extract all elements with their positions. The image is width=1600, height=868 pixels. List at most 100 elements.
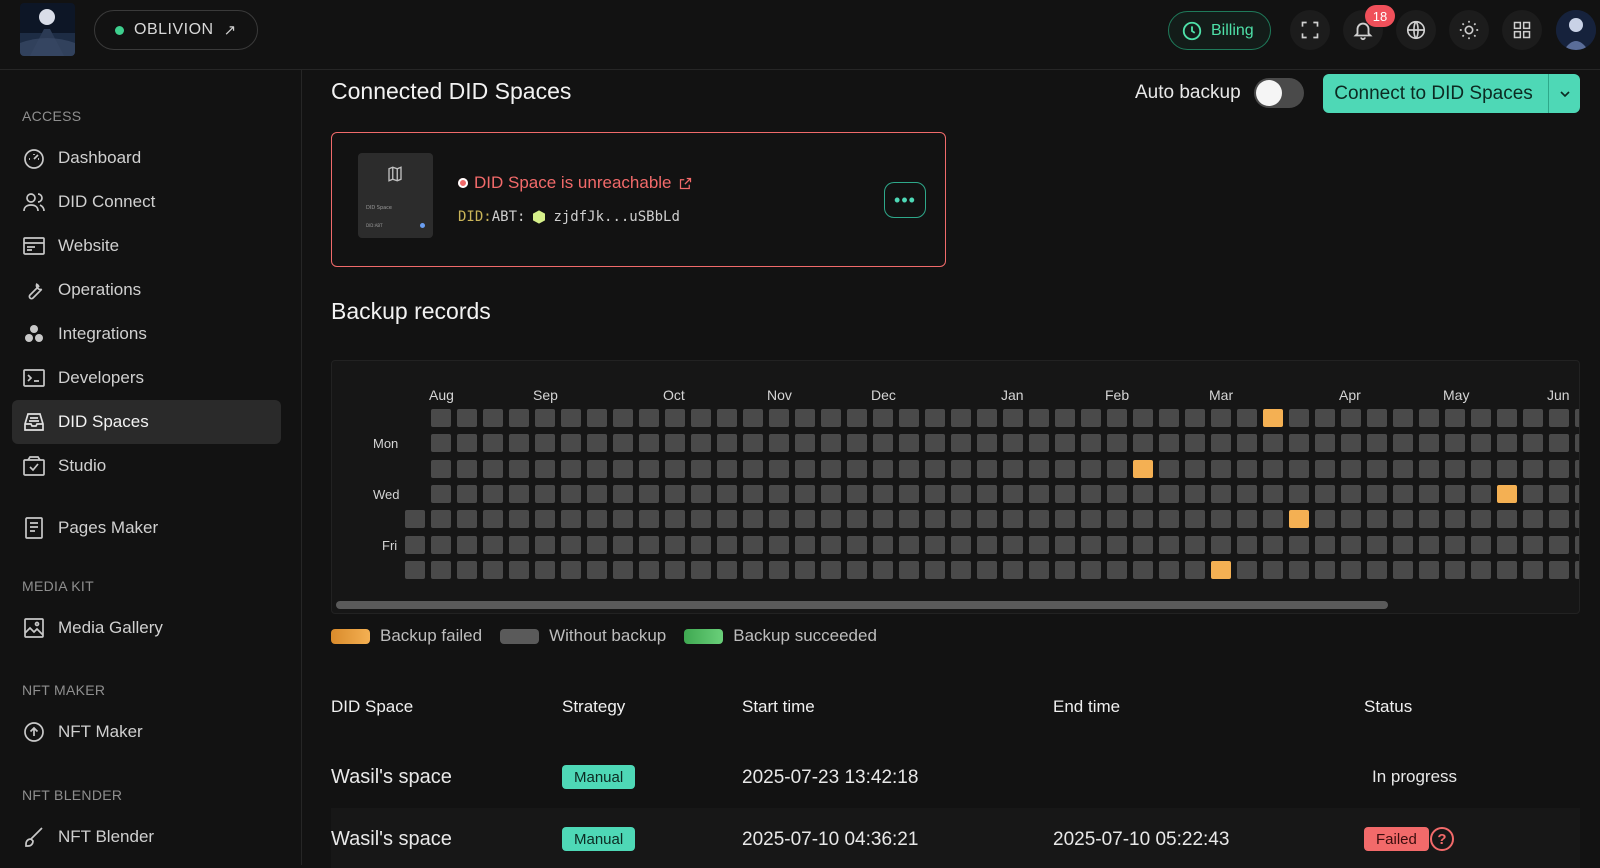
- heatmap-cell[interactable]: [587, 510, 607, 529]
- heatmap-cell[interactable]: [1419, 409, 1439, 427]
- heatmap-cell[interactable]: [795, 459, 815, 478]
- heatmap-cell[interactable]: [1055, 434, 1075, 453]
- heatmap-cell[interactable]: [483, 484, 503, 503]
- heatmap-cell[interactable]: [613, 510, 633, 529]
- heatmap-cell[interactable]: [691, 510, 711, 529]
- heatmap-cell[interactable]: [483, 535, 503, 554]
- heatmap-cell[interactable]: [1341, 409, 1361, 427]
- heatmap-cell[interactable]: [1341, 535, 1361, 554]
- heatmap-cell[interactable]: [1523, 409, 1543, 427]
- heatmap-cell[interactable]: [1419, 434, 1439, 453]
- heatmap-cell[interactable]: [1237, 434, 1257, 453]
- heatmap-cell[interactable]: [1367, 459, 1387, 478]
- heatmap-cell[interactable]: [899, 560, 919, 579]
- heatmap-cell[interactable]: [665, 434, 685, 453]
- heatmap-cell[interactable]: [1133, 535, 1153, 554]
- space-more-options-button[interactable]: •••: [884, 182, 926, 218]
- sidebar-item-operations[interactable]: Operations: [12, 268, 281, 312]
- heatmap-cell[interactable]: [769, 459, 789, 478]
- heatmap-cell[interactable]: [457, 560, 477, 579]
- heatmap-cell[interactable]: [1497, 409, 1517, 427]
- heatmap-cell[interactable]: [1159, 434, 1179, 453]
- heatmap-cell[interactable]: [691, 535, 711, 554]
- heatmap-cell[interactable]: [535, 535, 555, 554]
- heatmap-cell[interactable]: [1107, 560, 1127, 579]
- heatmap-cell[interactable]: [665, 409, 685, 427]
- heatmap-cell[interactable]: [1211, 409, 1231, 427]
- sidebar-item-studio[interactable]: Studio: [12, 444, 281, 488]
- heatmap-cell[interactable]: [1107, 434, 1127, 453]
- billing-button[interactable]: Billing: [1168, 11, 1271, 50]
- heatmap-cell[interactable]: [769, 484, 789, 503]
- heatmap-cell[interactable]: [899, 409, 919, 427]
- heatmap-cell[interactable]: [431, 459, 451, 478]
- heatmap-cell[interactable]: [483, 510, 503, 529]
- theme-toggle-button[interactable]: [1449, 10, 1489, 50]
- heatmap-cell-failed[interactable]: [1497, 484, 1517, 503]
- heatmap-cell[interactable]: [951, 434, 971, 453]
- heatmap-cell[interactable]: [665, 484, 685, 503]
- heatmap-cell[interactable]: [613, 409, 633, 427]
- heatmap-cell[interactable]: [951, 459, 971, 478]
- heatmap-cell[interactable]: [1055, 560, 1075, 579]
- column-header-did-space[interactable]: DID Space: [331, 697, 413, 717]
- heatmap-cell[interactable]: [743, 434, 763, 453]
- heatmap-cell[interactable]: [951, 535, 971, 554]
- heatmap-cell[interactable]: [639, 510, 659, 529]
- heatmap-scrollbar[interactable]: [336, 601, 1388, 609]
- heatmap-cell[interactable]: [717, 535, 737, 554]
- heatmap-cell[interactable]: [795, 510, 815, 529]
- heatmap-cell[interactable]: [951, 484, 971, 503]
- heatmap-cell[interactable]: [587, 459, 607, 478]
- heatmap-cell[interactable]: [1445, 484, 1465, 503]
- help-circle-icon[interactable]: ?: [1430, 827, 1454, 851]
- heatmap-cell[interactable]: [795, 560, 815, 579]
- heatmap-cell[interactable]: [1185, 484, 1205, 503]
- heatmap-cell[interactable]: [847, 434, 867, 453]
- heatmap-cell[interactable]: [977, 484, 997, 503]
- heatmap-cell[interactable]: [561, 409, 581, 427]
- heatmap-cell[interactable]: [847, 510, 867, 529]
- heatmap-cell[interactable]: [1419, 560, 1439, 579]
- heatmap-cell[interactable]: [1237, 510, 1257, 529]
- heatmap-cell[interactable]: [769, 510, 789, 529]
- heatmap-cell[interactable]: [1549, 434, 1569, 453]
- heatmap-cell[interactable]: [769, 409, 789, 427]
- heatmap-cell[interactable]: [847, 484, 867, 503]
- heatmap-cell[interactable]: [899, 459, 919, 478]
- heatmap-cell[interactable]: [977, 535, 997, 554]
- heatmap-cell[interactable]: [587, 409, 607, 427]
- heatmap-cell[interactable]: [1575, 434, 1579, 453]
- heatmap-cell[interactable]: [847, 409, 867, 427]
- heatmap-cell[interactable]: [1159, 560, 1179, 579]
- heatmap-cell[interactable]: [1315, 510, 1335, 529]
- heatmap-cell[interactable]: [1315, 459, 1335, 478]
- heatmap-cell[interactable]: [951, 510, 971, 529]
- heatmap-cell[interactable]: [1471, 535, 1491, 554]
- heatmap-cell[interactable]: [1575, 535, 1579, 554]
- heatmap-cell[interactable]: [821, 560, 841, 579]
- heatmap-cell[interactable]: [1081, 510, 1101, 529]
- heatmap-cell[interactable]: [1575, 510, 1579, 529]
- heatmap-cell[interactable]: [1393, 434, 1413, 453]
- heatmap-cell[interactable]: [847, 459, 867, 478]
- heatmap-cell[interactable]: [1341, 434, 1361, 453]
- heatmap-cell[interactable]: [1419, 484, 1439, 503]
- heatmap-cell[interactable]: [1133, 434, 1153, 453]
- connect-to-did-spaces-button[interactable]: Connect to DID Spaces: [1323, 74, 1580, 113]
- heatmap-cell[interactable]: [1471, 434, 1491, 453]
- auto-backup-toggle[interactable]: [1254, 78, 1304, 108]
- sidebar-item-developers[interactable]: Developers: [12, 356, 281, 400]
- heatmap-cell[interactable]: [1003, 459, 1023, 478]
- heatmap-cell[interactable]: [873, 459, 893, 478]
- heatmap-cell[interactable]: [1445, 459, 1465, 478]
- app-logo[interactable]: [20, 3, 75, 56]
- heatmap-cell[interactable]: [1107, 510, 1127, 529]
- heatmap-cell[interactable]: [1367, 409, 1387, 427]
- sidebar-item-pages-maker[interactable]: Pages Maker: [12, 506, 281, 550]
- heatmap-cell[interactable]: [1445, 535, 1465, 554]
- heatmap-cell[interactable]: [1003, 510, 1023, 529]
- heatmap-cell[interactable]: [977, 560, 997, 579]
- heatmap-cell[interactable]: [1549, 409, 1569, 427]
- heatmap-cell[interactable]: [587, 535, 607, 554]
